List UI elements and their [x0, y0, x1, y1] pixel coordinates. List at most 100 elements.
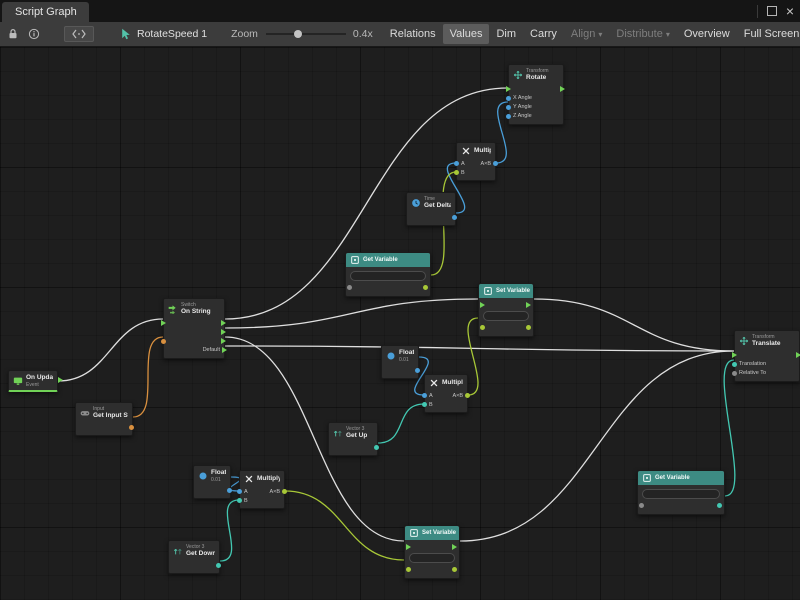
edge-multiply-mid-to-set-variable-mid[interactable]	[468, 318, 478, 395]
value-port[interactable]	[506, 96, 511, 101]
node-set-variable-bottom[interactable]: Set Variable	[404, 525, 460, 579]
variable-name-field[interactable]	[350, 271, 426, 281]
value-port[interactable]	[237, 498, 242, 503]
value-port[interactable]	[732, 362, 737, 367]
flow-port[interactable]	[506, 86, 511, 92]
flow-port[interactable]	[796, 352, 800, 358]
toolbar-button-full-screen[interactable]: Full Screen	[737, 24, 800, 44]
zoom-slider[interactable]	[266, 28, 346, 40]
value-port[interactable]	[422, 393, 427, 398]
value-port[interactable]	[506, 114, 511, 119]
toolbar-button-dim[interactable]: Dim	[489, 24, 523, 44]
variable-name-field[interactable]	[483, 311, 529, 321]
toolbar-button-values[interactable]: Values	[443, 24, 490, 44]
value-port[interactable]	[454, 170, 459, 175]
node-multiply-mid[interactable]: MultiplyAA×BB	[424, 374, 468, 413]
clock-icon	[411, 198, 421, 208]
value-port[interactable]	[452, 567, 457, 572]
edge-switch-to-translate[interactable]	[225, 346, 734, 351]
flow-port[interactable]	[221, 329, 226, 335]
flow-port[interactable]	[526, 302, 531, 308]
node-header: TransformTranslate	[735, 331, 799, 350]
node-multiply-top[interactable]: MultiplyAA×BB	[456, 142, 496, 181]
value-port[interactable]	[129, 425, 134, 430]
flow-port[interactable]	[222, 347, 227, 353]
value-port[interactable]	[732, 371, 737, 376]
port-group: A×B	[452, 393, 464, 399]
value-port[interactable]	[374, 445, 379, 450]
variable-name-field[interactable]	[409, 553, 455, 563]
info-icon[interactable]	[28, 28, 40, 40]
code-preview-button[interactable]	[64, 26, 94, 42]
value-port[interactable]	[423, 285, 428, 290]
value-port[interactable]	[480, 325, 485, 330]
graph-canvas[interactable]: On UpdateEvent InputGet Input Strin... Swi…	[0, 47, 800, 600]
value-port[interactable]	[237, 489, 242, 494]
edge-vector3-get-up-to-multiply-mid[interactable]	[378, 404, 424, 443]
multiply-icon	[429, 378, 439, 388]
node-float-mid[interactable]: Float0.01	[381, 345, 419, 379]
tab-script-graph[interactable]: Script Graph	[2, 2, 89, 22]
port-group: A	[428, 393, 433, 399]
edge-switch-to-set-variable-mid[interactable]	[225, 299, 478, 328]
flow-port[interactable]	[732, 352, 737, 358]
edge-on-update-to-switch[interactable]	[58, 319, 163, 381]
value-port[interactable]	[639, 503, 644, 508]
node-float-low[interactable]: Float0.01	[193, 465, 231, 499]
flow-port[interactable]	[58, 377, 63, 383]
node-multiply-low[interactable]: MultiplyAA×BB	[239, 470, 285, 509]
value-port[interactable]	[526, 325, 531, 330]
value-port[interactable]	[347, 285, 352, 290]
variable-name-field[interactable]	[642, 489, 720, 499]
node-translate[interactable]: TransformTranslateTranslationRelative To	[734, 330, 800, 382]
node-get-delta-time[interactable]: TimeGet Delta Time	[406, 192, 456, 226]
value-port[interactable]	[227, 488, 232, 493]
toolbar-button-carry[interactable]: Carry	[523, 24, 564, 44]
flow-port[interactable]	[161, 320, 166, 326]
flow-port[interactable]	[452, 544, 457, 550]
value-port[interactable]	[717, 503, 722, 508]
toolbar-button-relations[interactable]: Relations	[383, 24, 443, 44]
flow-port[interactable]	[560, 86, 565, 92]
toolbar-button-overview[interactable]: Overview	[677, 24, 737, 44]
value-port[interactable]	[454, 161, 459, 166]
value-port[interactable]	[465, 393, 470, 398]
flow-port[interactable]	[480, 302, 485, 308]
zoom-slider-thumb[interactable]	[294, 30, 302, 38]
value-port[interactable]	[406, 567, 411, 572]
node-get-variable-top[interactable]: Get Variable	[345, 252, 431, 297]
edge-vector3-get-down-to-multiply-low[interactable]	[220, 500, 239, 561]
value-port[interactable]	[282, 489, 287, 494]
value-port[interactable]	[422, 402, 427, 407]
node-title: Get Input Strin...	[93, 412, 128, 420]
node-set-variable-mid[interactable]: Set Variable	[478, 283, 534, 337]
flow-port[interactable]	[221, 338, 226, 344]
value-port[interactable]	[452, 215, 457, 220]
edge-multiply-low-to-set-variable-bottom[interactable]	[285, 491, 404, 560]
value-port[interactable]	[415, 368, 420, 373]
lock-icon[interactable]	[7, 28, 19, 40]
node-on-update[interactable]: On UpdateEvent	[8, 370, 58, 392]
flow-port[interactable]	[406, 544, 411, 550]
port-row	[164, 337, 224, 346]
value-port[interactable]	[493, 161, 498, 166]
node-vector3-get-down[interactable]: Vector 3Get Down	[168, 540, 220, 574]
value-port[interactable]	[161, 339, 166, 344]
flow-port[interactable]	[221, 320, 226, 326]
graph-reference[interactable]: RotateSpeed 1	[120, 28, 207, 40]
value-port[interactable]	[216, 563, 221, 568]
node-vector3-get-up[interactable]: Vector 3Get Up	[328, 422, 378, 456]
close-icon[interactable]: ×	[786, 4, 794, 18]
toolbar-button-distribute[interactable]: Distribute▾	[609, 24, 676, 44]
edge-set-variable-mid-to-translate[interactable]	[534, 299, 734, 351]
node-get-variable-right[interactable]: Get Variable	[637, 470, 725, 515]
value-port[interactable]	[506, 105, 511, 110]
node-switch[interactable]: SwitchOn StringDefault	[163, 298, 225, 359]
port-row	[164, 319, 224, 328]
node-get-input-string[interactable]: InputGet Input Strin...	[75, 402, 133, 436]
edge-get-input-string-to-switch[interactable]	[133, 337, 163, 417]
node-rotate[interactable]: TransformRotateX AngleY AngleZ Angle	[508, 64, 564, 125]
toolbar-button-align[interactable]: Align▾	[564, 24, 609, 44]
maximize-icon[interactable]	[767, 6, 777, 16]
edge-multiply-top-to-rotate[interactable]	[496, 102, 508, 163]
